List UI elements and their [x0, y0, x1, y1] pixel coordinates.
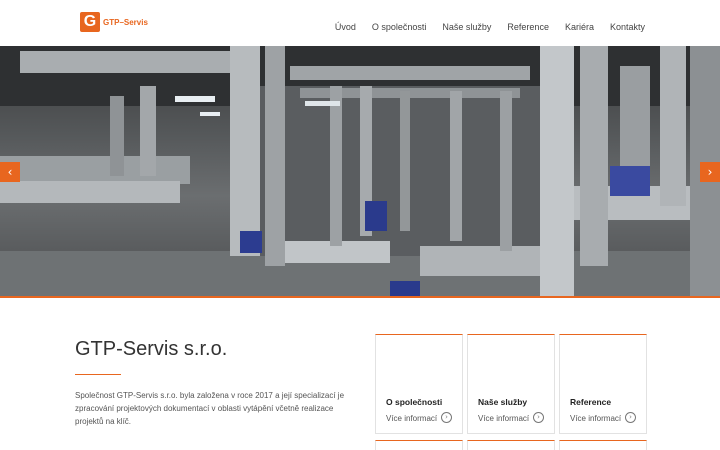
nav-item-o-spolecnosti[interactable]: O společnosti [372, 22, 427, 32]
logo[interactable]: G GTP–Servis [80, 12, 148, 32]
site-header: G GTP–Servis Úvod O společnosti Naše slu… [0, 0, 720, 46]
main-nav: Úvod O společnosti Naše služby Reference… [319, 22, 645, 32]
card-more-link[interactable]: Více informací [478, 414, 529, 423]
slider-prev-button[interactable]: ‹ [0, 162, 20, 182]
card-more-link[interactable]: Více informací [570, 414, 621, 423]
card-reference[interactable]: Reference Více informací › [559, 334, 647, 434]
arrow-circle-icon[interactable]: › [625, 412, 636, 423]
nav-item-uvod[interactable]: Úvod [335, 22, 356, 32]
arrow-circle-icon[interactable]: › [533, 412, 544, 423]
title-underline [75, 374, 121, 375]
logo-mark-icon: G [80, 12, 100, 32]
card-nase-sluzby[interactable]: Naše služby Více informací › [467, 334, 555, 434]
nav-item-kontakty[interactable]: Kontakty [610, 22, 645, 32]
card-row2-3[interactable] [559, 440, 647, 450]
hero-image [0, 46, 720, 296]
card-title: O společnosti [386, 397, 443, 407]
card-more-link[interactable]: Více informací [386, 414, 437, 423]
card-row2-2[interactable] [467, 440, 555, 450]
nav-item-nase-sluzby[interactable]: Naše služby [442, 22, 491, 32]
logo-letter: G [83, 13, 97, 30]
intro-text: Společnost GTP-Servis s.r.o. byla založe… [75, 391, 345, 426]
card-row2-1[interactable] [375, 440, 463, 450]
card-o-spolecnosti[interactable]: O společnosti Více informací › [375, 334, 463, 434]
card-title: Naše služby [478, 397, 528, 407]
hero-accent-line [0, 296, 720, 298]
arrow-circle-icon[interactable]: › [441, 412, 452, 423]
page-title: GTP-Servis s.r.o. [75, 338, 228, 360]
slider-next-button[interactable]: › [700, 162, 720, 182]
nav-item-reference[interactable]: Reference [507, 22, 549, 32]
nav-item-kariera[interactable]: Kariéra [565, 22, 594, 32]
logo-text: GTP–Servis [103, 17, 148, 27]
hero-slider: ‹ › [0, 46, 720, 296]
card-title: Reference [570, 397, 612, 407]
